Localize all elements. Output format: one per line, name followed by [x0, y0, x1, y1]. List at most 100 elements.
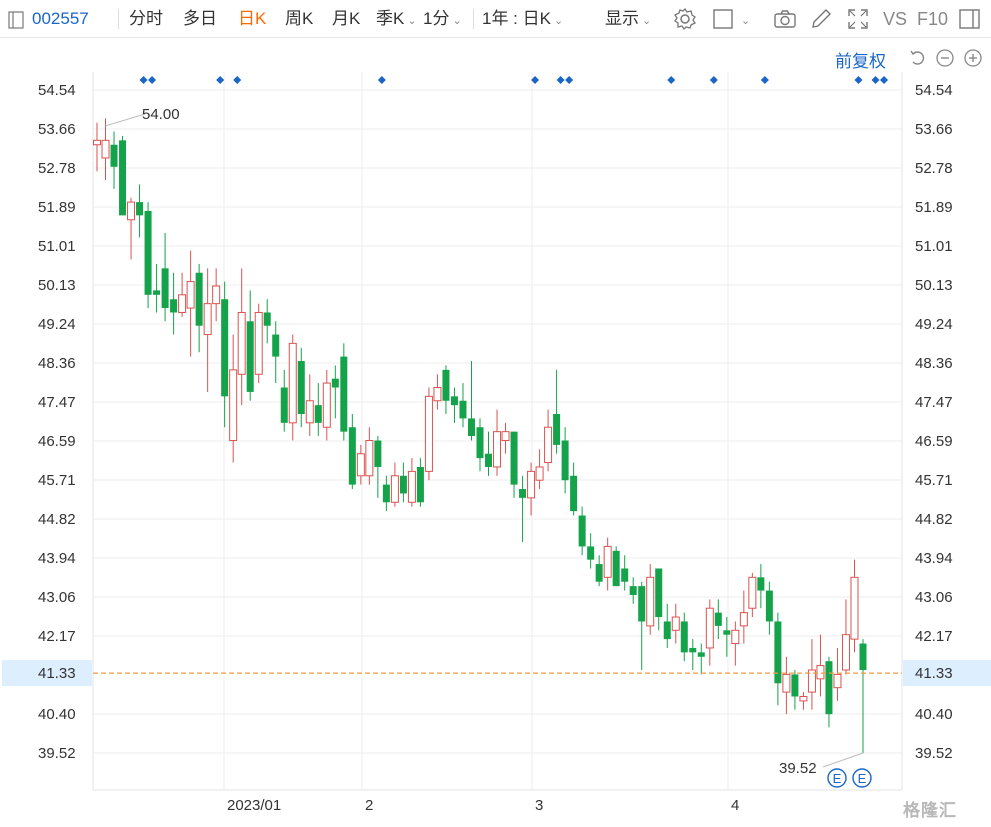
candle-body — [450, 396, 458, 406]
candle-up — [816, 634, 825, 697]
tab-minute-label: 1分 — [423, 9, 450, 28]
min-pointer-line — [822, 752, 864, 768]
period-select-label: 1年 : 日K — [482, 9, 551, 28]
x-axis-ticks: 2023/01 2 3 4 — [227, 797, 739, 814]
f10-button[interactable]: F10 — [917, 0, 948, 38]
tab-multiday[interactable]: 多日 — [183, 0, 217, 38]
candle-body — [629, 586, 637, 595]
event-diamond-markers — [139, 76, 889, 84]
candle-up — [535, 449, 544, 490]
candle-body — [263, 312, 271, 326]
y-tick-label-right: 49.24 — [915, 316, 953, 333]
tab-monthly-k[interactable]: 月K — [332, 0, 360, 38]
y-tick-label-left: 43.94 — [38, 550, 76, 567]
min-price-label: 39.52 — [779, 760, 817, 777]
candle-down — [170, 272, 178, 335]
candle-body — [119, 140, 127, 216]
candle-up — [731, 621, 740, 666]
candle-down — [263, 299, 271, 344]
tab-quarterly-k[interactable]: 季K ⌄ — [376, 0, 417, 38]
tab-daily-k[interactable]: 日K — [238, 0, 266, 38]
candle-up — [527, 462, 536, 516]
candle-up — [782, 656, 791, 715]
candle-body — [553, 413, 561, 445]
y-tick-label-right: 53.66 — [915, 121, 953, 138]
candle-body — [646, 576, 655, 627]
y-tick-label-left: 39.52 — [38, 745, 76, 762]
candle-body — [527, 470, 536, 499]
overlay-checkbox-icon[interactable] — [711, 6, 737, 32]
period-select[interactable]: 1年 : 日K ⌄ — [482, 0, 563, 38]
chevron-down-icon: ⌄ — [452, 15, 462, 27]
candle-body — [382, 484, 390, 503]
candle-body — [399, 475, 407, 494]
y-tick-label-right: 50.13 — [915, 277, 953, 294]
candle-body — [246, 321, 254, 392]
candle-up — [390, 462, 399, 507]
candle-body — [578, 515, 586, 547]
settings-gear-icon[interactable] — [672, 6, 698, 32]
fullscreen-icon[interactable] — [845, 6, 871, 32]
y-tick-label-right: 44.82 — [915, 511, 953, 528]
candle-down — [246, 290, 254, 401]
event-diamond-marker — [233, 76, 242, 84]
candle-down — [697, 643, 705, 675]
side-panel-icon[interactable] — [957, 6, 983, 32]
candle-down — [791, 670, 799, 710]
x-tick-label: 2023/01 — [227, 797, 281, 814]
stock-code: 002557 — [32, 9, 89, 28]
candle-down — [570, 462, 578, 516]
compare-vs-button[interactable]: VS — [883, 0, 907, 38]
candle-body — [433, 387, 442, 402]
sidebar-toggle-icon[interactable] — [8, 0, 24, 38]
event-diamond-marker — [880, 76, 889, 84]
candle-up — [356, 444, 365, 485]
candle-down — [297, 347, 305, 428]
candle-body — [638, 586, 646, 622]
tab-weekly-k[interactable]: 周K — [285, 0, 313, 38]
candle-body — [178, 294, 187, 313]
tab-quarterly-k-label: 季K — [376, 9, 405, 28]
camera-icon[interactable] — [772, 6, 798, 32]
candle-down — [399, 462, 407, 503]
candle-down — [331, 365, 339, 419]
candle-down — [859, 639, 867, 753]
chevron-down-icon: ⌄ — [741, 15, 751, 27]
candle-body — [212, 285, 221, 305]
tab-intraday[interactable]: 分时 — [129, 0, 163, 38]
event-diamond-marker — [667, 76, 676, 84]
candle-up — [254, 303, 263, 384]
display-menu[interactable]: 显示 ⌄ — [605, 0, 651, 38]
candle-up — [237, 268, 246, 406]
candle-body — [850, 576, 859, 640]
max-price-label: 54.00 — [142, 106, 180, 123]
candle-body — [186, 281, 195, 309]
y-axis-ticks: 54.54 54.54 53.66 53.66 52.78 52.78 51.89 51.89… — [38, 82, 953, 762]
candle-body — [603, 545, 612, 578]
candle-down — [723, 617, 731, 657]
candle-body — [833, 673, 842, 689]
candles — [93, 118, 867, 753]
candle-body — [348, 427, 356, 485]
candle-down — [280, 369, 288, 432]
candle-down — [195, 263, 203, 353]
chevron-down-icon: ⌄ — [553, 15, 564, 27]
pen-draw-icon[interactable] — [808, 6, 834, 32]
candle-body — [655, 568, 663, 618]
tab-minute[interactable]: 1分 ⌄ — [423, 0, 462, 38]
candle-body — [621, 568, 629, 582]
candle-down — [340, 343, 348, 441]
overlay-dropdown[interactable]: ⌄ — [738, 0, 750, 38]
y-tick-label-right: 42.17 — [915, 628, 953, 645]
candle-down — [663, 603, 671, 648]
candle-body — [221, 299, 229, 397]
candlestick-chart[interactable]: 54.54 54.54 53.66 53.66 52.78 52.78 51.89 51.89… — [0, 38, 991, 827]
candle-up — [305, 374, 314, 437]
candle-body — [535, 466, 544, 481]
candle-down — [119, 135, 127, 216]
candle-body — [612, 550, 620, 587]
candle-body — [671, 616, 680, 631]
candle-down — [459, 383, 467, 428]
candle-body — [101, 139, 110, 159]
candle-body — [322, 382, 331, 428]
